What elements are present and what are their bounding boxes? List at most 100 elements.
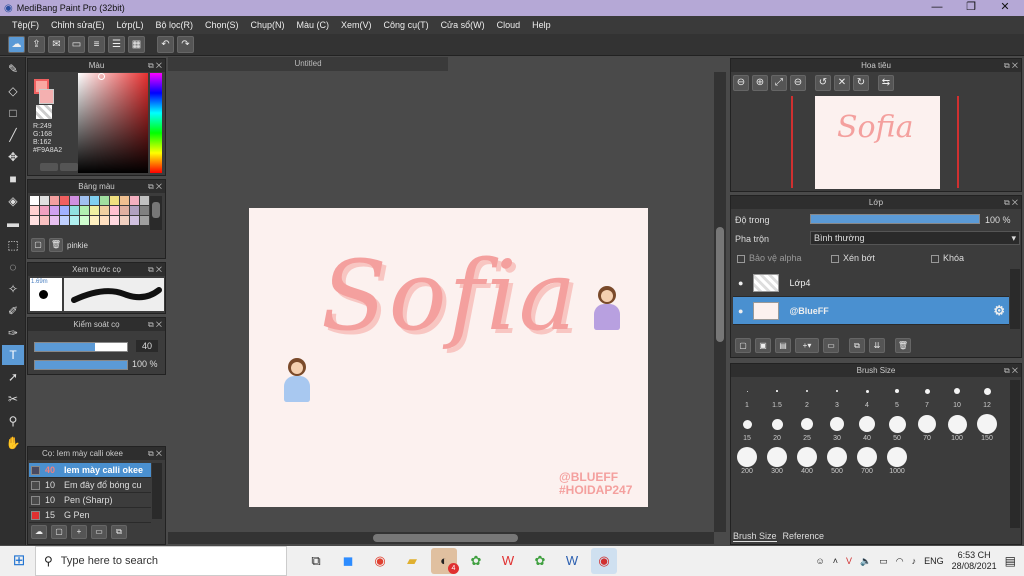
- panel-close-icon[interactable]: ⧉ ✕: [148, 318, 162, 331]
- brush-list-item[interactable]: 10 Em đây đổ bóng cu: [29, 478, 151, 493]
- wps-icon[interactable]: W: [495, 548, 521, 574]
- select-eraser-icon[interactable]: ✑: [2, 323, 24, 343]
- delete-palette-icon[interactable]: 🗑: [49, 238, 63, 252]
- color-swatch[interactable]: [130, 196, 139, 205]
- layer-row-active[interactable]: ● @BlueFF ⚙: [733, 297, 1009, 325]
- brush-size-cell[interactable]: 30: [825, 413, 849, 442]
- close-button[interactable]: ✕: [988, 0, 1022, 16]
- panel-close-icon[interactable]: ⧉ ✕: [148, 447, 162, 460]
- color-swatch[interactable]: [60, 196, 69, 205]
- zoom-in-icon[interactable]: ⊕: [752, 75, 768, 91]
- windows-start-icon[interactable]: ⊞: [6, 548, 32, 574]
- cloud-icon[interactable]: ☁: [8, 36, 25, 53]
- messenger-app-icon[interactable]: ◐ 4: [431, 548, 459, 574]
- brush-size-cell[interactable]: 700: [855, 446, 879, 475]
- brush-size-cell[interactable]: 5: [885, 380, 909, 409]
- layer-row[interactable]: ● Lớp4: [733, 269, 1009, 297]
- color-swatch[interactable]: [40, 216, 49, 225]
- color-swatch[interactable]: [60, 206, 69, 215]
- brush-size-cell[interactable]: 15: [735, 413, 759, 442]
- color-swatch[interactable]: [80, 196, 89, 205]
- hand-tool-icon[interactable]: ✋: [2, 433, 24, 453]
- brush-list-scrollbar[interactable]: [152, 463, 162, 519]
- brush-size-value[interactable]: 40: [136, 340, 158, 352]
- menu-snap[interactable]: Chụp(N): [245, 20, 291, 30]
- menu-tools[interactable]: Công cụ(T): [378, 20, 435, 30]
- document-canvas[interactable]: Sofia @BLUEFF #HOIDAP247: [249, 208, 648, 507]
- zoom-app-icon[interactable]: ◼: [335, 548, 361, 574]
- brush-opacity-slider[interactable]: [34, 360, 128, 370]
- color-swatch[interactable]: [80, 216, 89, 225]
- delete-layer-icon[interactable]: 🗑: [895, 338, 911, 353]
- color-swatch[interactable]: [50, 206, 59, 215]
- lock-checkbox[interactable]: Khóa: [931, 253, 964, 263]
- zoom-icon[interactable]: ⊖: [790, 75, 806, 91]
- eyedropper-tool-icon[interactable]: ⚲: [2, 411, 24, 431]
- app-icon-green[interactable]: ✿: [463, 548, 489, 574]
- brush-size-cell[interactable]: 300: [765, 446, 789, 475]
- brush-size-cell[interactable]: 12: [975, 380, 999, 409]
- color-swatch[interactable]: [70, 196, 79, 205]
- zoom-out-icon[interactable]: ⊖: [733, 75, 749, 91]
- lasso-tool-icon[interactable]: ◌: [2, 257, 24, 277]
- text-tool-icon[interactable]: T: [2, 345, 24, 365]
- redo-icon[interactable]: ↷: [177, 36, 194, 53]
- undo-icon[interactable]: ↶: [157, 36, 174, 53]
- note-icon[interactable]: ▭: [68, 36, 85, 53]
- brush-size-cell[interactable]: 3: [825, 380, 849, 409]
- canvas-horizontal-scrollbar[interactable]: [168, 532, 714, 544]
- new-palette-icon[interactable]: ▢: [31, 238, 45, 252]
- merge-layer-icon[interactable]: ⇊: [869, 338, 885, 353]
- folder-icon[interactable]: ▭: [91, 525, 107, 539]
- menu-view[interactable]: Xem(V): [335, 20, 378, 30]
- bucket-tool-icon[interactable]: ◈: [2, 191, 24, 211]
- grid-icon[interactable]: ▦: [128, 36, 145, 53]
- file-explorer-icon[interactable]: ▰: [399, 548, 425, 574]
- layer-opacity-slider[interactable]: [810, 214, 980, 224]
- color-swatch[interactable]: [110, 196, 119, 205]
- canvas-vertical-scrollbar[interactable]: [714, 72, 726, 532]
- color-mode-button-2[interactable]: [60, 163, 78, 171]
- color-swatch[interactable]: [130, 206, 139, 215]
- color-swatch[interactable]: [60, 216, 69, 225]
- brush-size-cell[interactable]: 25: [795, 413, 819, 442]
- new-halftone-layer-icon[interactable]: ▣: [755, 338, 771, 353]
- document-icon[interactable]: ≡: [88, 36, 105, 53]
- clock[interactable]: 6:53 CH 28/08/2021: [952, 550, 997, 572]
- color-swatch[interactable]: [90, 206, 99, 215]
- comment-icon[interactable]: ✉: [48, 36, 65, 53]
- menu-file[interactable]: Tệp(F): [6, 20, 45, 30]
- brush-size-cell[interactable]: 4: [855, 380, 879, 409]
- operation-tool-icon[interactable]: ➚: [2, 367, 24, 387]
- add-brush-icon[interactable]: +: [71, 525, 87, 539]
- menu-help[interactable]: Help: [526, 20, 557, 30]
- brush-size-cell[interactable]: 1000: [885, 446, 909, 475]
- color-swatch[interactable]: [100, 206, 109, 215]
- panel-close-icon[interactable]: ⧉ ✕: [148, 59, 162, 72]
- line-tool-icon[interactable]: ╱: [2, 125, 24, 145]
- panel-close-icon[interactable]: ⧉ ✕: [1004, 364, 1018, 377]
- panel-close-icon[interactable]: ⧉ ✕: [148, 263, 162, 276]
- color-swatch[interactable]: [50, 216, 59, 225]
- color-swatch[interactable]: [40, 196, 49, 205]
- share-icon[interactable]: ⇪: [28, 36, 45, 53]
- brush-size-cell[interactable]: 500: [825, 446, 849, 475]
- brush-list-item[interactable]: 40 Iem mày calli okee: [29, 463, 151, 478]
- brush-size-cell[interactable]: 20: [765, 413, 789, 442]
- brush-size-cell[interactable]: 50: [885, 413, 909, 442]
- add-layer-menu-icon[interactable]: +▾: [795, 338, 819, 353]
- menu-edit[interactable]: Chỉnh sửa(E): [45, 20, 111, 30]
- speaker-icon[interactable]: ♪: [912, 556, 917, 566]
- color-swatch[interactable]: [100, 196, 109, 205]
- color-swatch[interactable]: [70, 216, 79, 225]
- new-layer-icon[interactable]: ▢: [735, 338, 751, 353]
- cloud-brush-icon[interactable]: ☁: [31, 525, 47, 539]
- chrome-icon[interactable]: ◉: [367, 548, 393, 574]
- brush-size-cell[interactable]: 1: [735, 380, 759, 409]
- task-view-icon[interactable]: ⧉: [303, 548, 329, 574]
- brush-size-cell[interactable]: 7: [915, 380, 939, 409]
- eraser-tool-icon[interactable]: ◇: [2, 81, 24, 101]
- menu-cloud[interactable]: Cloud: [491, 20, 527, 30]
- protect-alpha-checkbox[interactable]: Bảo vệ alpha: [737, 253, 802, 263]
- hue-slider[interactable]: [150, 73, 162, 173]
